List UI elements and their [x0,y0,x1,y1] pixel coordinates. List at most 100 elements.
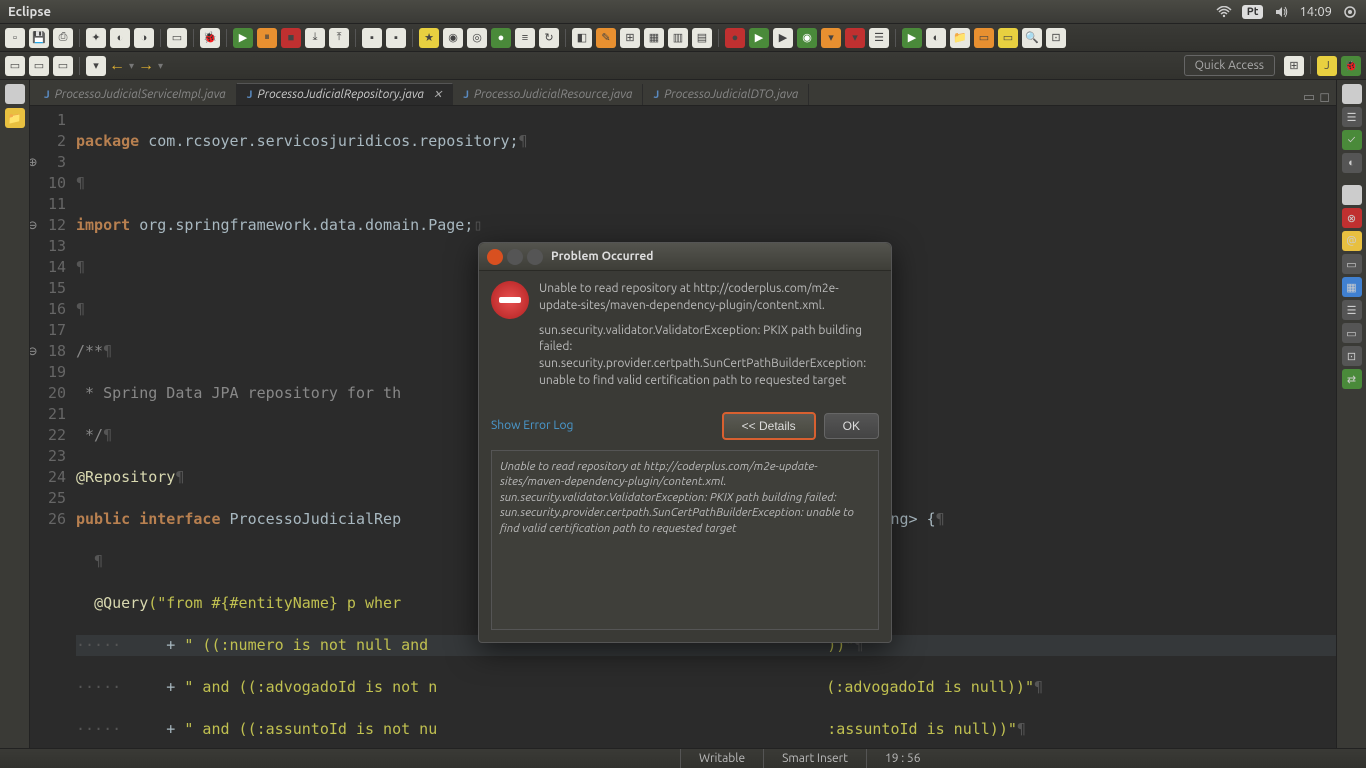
pause-icon[interactable]: ⏸ [257,28,277,48]
show-error-log-link[interactable]: Show Error Log [491,419,573,432]
view-icon[interactable]: ⊡ [1342,346,1362,366]
stop-icon[interactable]: ■ [281,28,301,48]
tool-icon[interactable]: ▪ [362,28,382,48]
forward-icon[interactable]: → [138,56,154,75]
tool-icon[interactable]: ▥ [668,28,688,48]
details-button[interactable]: << Details [722,412,816,440]
tool-icon[interactable]: 🔍 [1022,28,1042,48]
tool-icon[interactable]: ◎ [467,28,487,48]
wifi-icon[interactable] [1216,4,1232,20]
java-file-icon: J [463,89,469,101]
tool-icon[interactable]: ◐ [110,28,130,48]
tool-icon[interactable]: ▾ [86,56,106,76]
problems-view-icon[interactable]: ⊗ [1342,208,1362,228]
tool-icon[interactable]: ≡ [515,28,535,48]
close-tab-icon[interactable]: ✕ [433,88,442,101]
tool-icon[interactable]: ▭ [974,28,994,48]
tool-icon[interactable]: ⊡ [1046,28,1066,48]
view-icon[interactable]: ◐ [1342,153,1362,173]
tool-icon[interactable]: ▭ [53,56,73,76]
tab-controls: ▭ ◻ [1303,90,1336,105]
view-icon[interactable]: ⊡ [5,84,25,104]
tab-resource[interactable]: JProcessoJudicialResource.java [453,84,643,105]
tool-icon[interactable]: ◉ [797,28,817,48]
details-text[interactable]: Unable to read repository at http://code… [491,450,879,630]
secondary-toolbar: ▭ ▭ ▭ ▾ ← ▾ → ▾ Quick Access ⊞ J 🐞 [0,52,1366,80]
view-icon[interactable]: @ [1342,231,1362,251]
view-icon[interactable]: ▭ [1342,254,1362,274]
tool-icon[interactable]: ✎ [596,28,616,48]
tool-icon[interactable]: ▪ [386,28,406,48]
quick-access[interactable]: Quick Access [1184,55,1275,76]
tool-icon[interactable]: 📁 [950,28,970,48]
tool-icon[interactable]: ▭ [29,56,49,76]
view-icon[interactable]: ⊡ [1342,185,1362,205]
back-icon[interactable]: ← [109,56,125,75]
view-icon[interactable]: ⊡ [1342,84,1362,104]
tool-icon[interactable]: ⤓ [305,28,325,48]
dialog-title: Problem Occurred [551,250,653,263]
tool-icon[interactable]: ▭ [5,56,25,76]
perspective-switcher: ⊞ J 🐞 [1283,56,1362,76]
view-icon[interactable]: ☰ [1342,300,1362,320]
tool-icon[interactable]: ◑ [134,28,154,48]
tool-icon[interactable]: ● [725,28,745,48]
window-buttons [487,249,543,265]
run-last-icon[interactable]: ▶ [902,28,922,48]
tab-repository[interactable]: JProcessoJudicialRepository.java✕ [237,83,453,105]
clock[interactable]: 14:09 [1299,5,1332,19]
tab-dto[interactable]: JProcessoJudicialDTO.java [643,84,809,105]
separator [565,29,566,47]
tool-icon[interactable]: ▾ [821,28,841,48]
tool-icon[interactable]: ★ [419,28,439,48]
debug-icon[interactable]: 🐞 [200,28,220,48]
debug-perspective-icon[interactable]: 🐞 [1341,56,1361,76]
tool-icon[interactable]: ◧ [572,28,592,48]
run-icon[interactable]: ▶ [233,28,253,48]
tool-icon[interactable]: ▶ [749,28,769,48]
console-view-icon[interactable]: ▭ [1342,323,1362,343]
new-icon[interactable]: ▫ [5,28,25,48]
tool-icon[interactable]: ● [491,28,511,48]
tool-icon[interactable]: ▶ [773,28,793,48]
refresh-icon[interactable]: ↻ [539,28,559,48]
save-all-icon[interactable]: ⎙ [53,28,73,48]
view-icon[interactable]: ⇄ [1342,369,1362,389]
separator [226,29,227,47]
maximize-view-icon[interactable]: ◻ [1319,90,1330,105]
dialog-maximize-icon[interactable] [527,249,543,265]
problem-dialog: Problem Occurred Unable to read reposito… [478,242,892,643]
open-perspective-icon[interactable]: ⊞ [1284,56,1304,76]
tool-icon[interactable]: ⤒ [329,28,349,48]
tool-icon[interactable]: ▭ [167,28,187,48]
tool-icon[interactable]: ▤ [692,28,712,48]
save-icon[interactable]: 💾 [29,28,49,48]
wizard-icon[interactable]: ✦ [86,28,106,48]
tool-icon[interactable]: ▭ [998,28,1018,48]
dialog-close-icon[interactable] [487,249,503,265]
tool-icon[interactable]: ◉ [443,28,463,48]
tool-icon[interactable]: ▦ [644,28,664,48]
dialog-minimize-icon[interactable] [507,249,523,265]
minimize-view-icon[interactable]: ▭ [1303,90,1315,105]
view-icon[interactable]: ✓ [1342,130,1362,150]
dialog-titlebar[interactable]: Problem Occurred [479,243,891,271]
view-icon[interactable]: ☰ [1342,107,1362,127]
settings-gear-icon[interactable] [1342,4,1358,20]
volume-icon[interactable] [1273,4,1289,20]
tool-icon[interactable]: ☰ [869,28,889,48]
separator [718,29,719,47]
keyboard-layout[interactable]: Pt [1242,5,1264,19]
separator [412,29,413,47]
main-toolbar: ▫ 💾 ⎙ ✦ ◐ ◑ ▭ 🐞 ▶ ⏸ ■ ⤓ ⤒ ▪ ▪ ★ ◉ ◎ ● ≡ … [0,24,1366,52]
view-icon[interactable]: 📁 [5,108,25,128]
ok-button[interactable]: OK [824,413,879,439]
java-perspective-icon[interactable]: J [1317,56,1337,76]
tool-icon[interactable]: ▾ [845,28,865,48]
tab-service-impl[interactable]: JProcessoJudicialServiceImpl.java [34,84,237,105]
right-trim: ⊡ ☰ ✓ ◐ ⊡ ⊗ @ ▭ ▦ ☰ ▭ ⊡ ⇄ [1336,80,1366,748]
view-icon[interactable]: ▦ [1342,277,1362,297]
tool-icon[interactable]: ◐ [926,28,946,48]
separator [895,29,896,47]
tool-icon[interactable]: ⊞ [620,28,640,48]
